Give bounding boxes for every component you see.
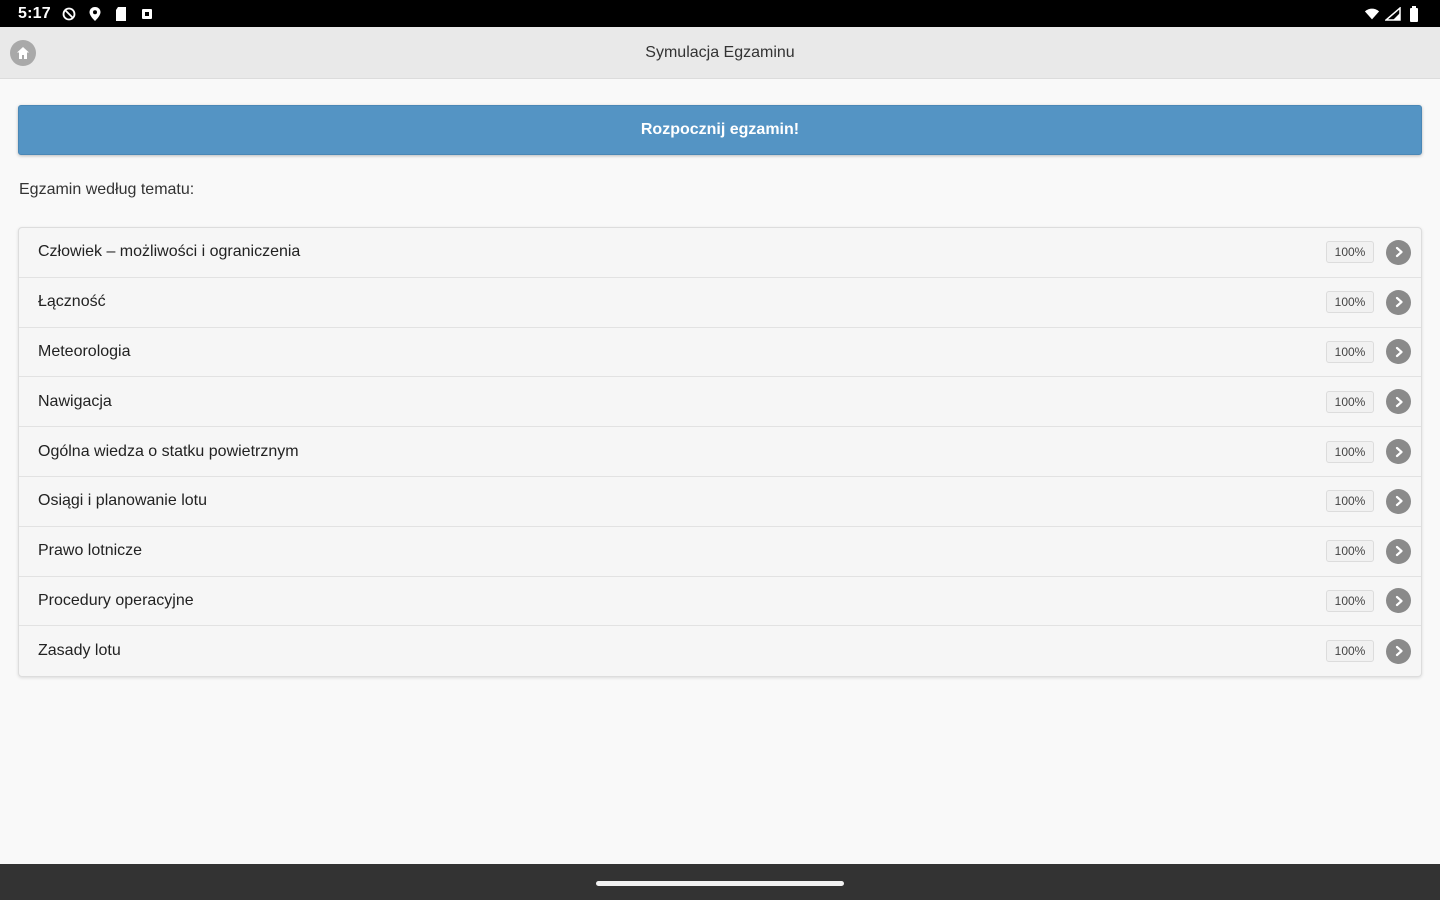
chevron-right-circle-icon	[1386, 389, 1411, 415]
percent-badge: 100%	[1326, 390, 1374, 413]
chevron-right-circle-icon	[1386, 588, 1411, 614]
list-item[interactable]: Nawigacja 100%	[19, 377, 1421, 428]
percent-badge: 100%	[1326, 440, 1374, 463]
topic-label: Zasady lotu	[38, 642, 121, 660]
chevron-right-circle-icon	[1386, 488, 1411, 514]
battery-icon	[1406, 5, 1422, 22]
sd-card-icon	[113, 6, 129, 22]
page-title: Symulacja Egzaminu	[645, 43, 795, 61]
status-bar: 5:17	[0, 0, 1440, 27]
topic-label: Prawo lotnicze	[38, 542, 143, 560]
topic-label: Człowiek – możliwości i ograniczenia	[38, 243, 301, 261]
topic-label: Nawigacja	[38, 392, 112, 410]
topic-label: Procedury operacyjne	[38, 591, 194, 609]
percent-badge: 100%	[1326, 540, 1374, 563]
do-not-disturb-icon	[61, 6, 77, 22]
home-icon	[17, 47, 29, 59]
status-time: 5:17	[18, 4, 51, 22]
chevron-right-circle-icon	[1386, 439, 1411, 465]
list-item[interactable]: Prawo lotnicze 100%	[19, 527, 1421, 577]
status-left: 5:17	[18, 5, 155, 23]
list-item[interactable]: Łączność 100%	[19, 278, 1421, 328]
topic-list: Człowiek – możliwości i ograniczenia 100…	[18, 227, 1422, 678]
percent-badge: 100%	[1326, 291, 1374, 314]
chevron-right-circle-icon	[1386, 289, 1411, 315]
chevron-right-circle-icon	[1386, 638, 1411, 664]
topic-label: Łączność	[38, 293, 106, 311]
chevron-right-circle-icon	[1386, 239, 1411, 265]
list-item[interactable]: Człowiek – możliwości i ograniczenia 100…	[19, 228, 1421, 278]
list-item[interactable]: Ogólna wiedza o statku powietrznym 100%	[19, 427, 1421, 477]
wifi-icon	[1364, 6, 1380, 22]
list-item[interactable]: Zasady lotu 100%	[19, 626, 1421, 676]
percent-badge: 100%	[1326, 640, 1374, 663]
location-pin-icon	[87, 6, 103, 22]
app-header: Symulacja Egzaminu	[0, 27, 1440, 79]
percent-badge: 100%	[1326, 241, 1374, 264]
topic-label: Meteorologia	[38, 342, 131, 360]
percent-badge: 100%	[1326, 340, 1374, 363]
section-label: Egzamin według tematu:	[19, 181, 195, 198]
home-gesture-handle[interactable]	[596, 880, 844, 886]
list-item[interactable]: Osiągi i planowanie lotu 100%	[19, 477, 1421, 527]
topic-label: Osiągi i planowanie lotu	[38, 492, 207, 510]
cellular-signal-icon	[1385, 6, 1401, 22]
status-right	[1364, 5, 1422, 22]
percent-badge: 100%	[1326, 490, 1374, 513]
topic-label: Ogólna wiedza o statku powietrznym	[38, 442, 299, 460]
list-item[interactable]: Meteorologia 100%	[19, 328, 1421, 378]
chevron-right-circle-icon	[1386, 538, 1411, 564]
start-exam-button[interactable]: Rozpocznij egzamin!	[18, 105, 1422, 155]
square-notification-icon	[139, 6, 155, 22]
list-item[interactable]: Procedury operacyjne 100%	[19, 577, 1421, 627]
system-nav-bar	[0, 864, 1440, 900]
home-button[interactable]	[10, 40, 36, 66]
chevron-right-circle-icon	[1386, 339, 1411, 365]
percent-badge: 100%	[1326, 589, 1374, 612]
